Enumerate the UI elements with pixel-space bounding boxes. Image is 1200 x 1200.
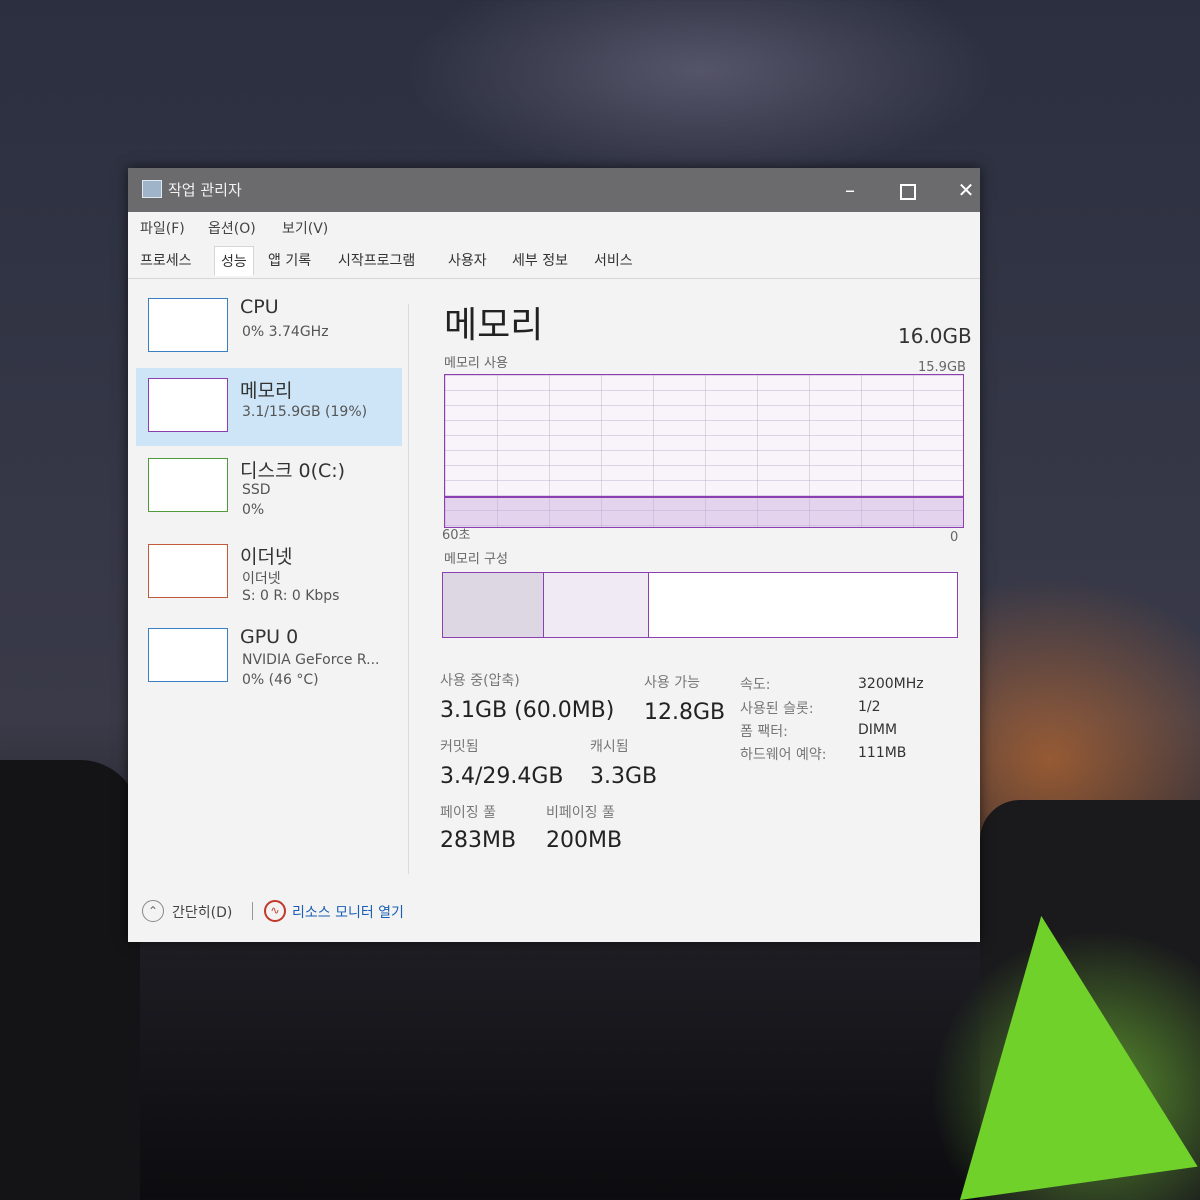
memory-usage-fill <box>445 496 963 527</box>
panel-divider[interactable] <box>408 304 409 874</box>
sidebar-item-sub: SSD <box>242 482 271 498</box>
minimize-button[interactable]: – <box>822 168 878 212</box>
window-title: 작업 관리자 <box>168 181 242 199</box>
task-manager-icon <box>142 180 162 198</box>
hardware-reserved-value: 111MB <box>858 745 907 761</box>
disk-thumbnail-graph <box>148 458 228 512</box>
sidebar-item-sub: 3.1/15.9GB (19%) <box>242 404 368 420</box>
sidebar-item-label: GPU 0 <box>240 626 299 648</box>
form-factor-value: DIMM <box>858 722 898 738</box>
in-use-label: 사용 중(압축) <box>440 673 520 689</box>
usage-graph-max: 15.9GB <box>918 360 966 375</box>
nonpaged-pool-value: 200MB <box>546 828 623 853</box>
paged-pool-value: 283MB <box>440 828 517 853</box>
maximize-button[interactable] <box>880 168 936 212</box>
speed-value: 3200MHz <box>858 676 924 692</box>
form-factor-label: 폼 팩터: <box>740 724 788 740</box>
menu-bar: 파일(F) 옵션(O) 보기(V) <box>128 212 980 240</box>
nonpaged-pool-label: 비페이징 풀 <box>546 805 615 821</box>
sidebar-item-sub: 0% 3.74GHz <box>242 324 329 340</box>
memory-thumbnail-graph <box>148 378 228 432</box>
sidebar-item-sub2: 0% <box>242 502 265 518</box>
tab-processes[interactable]: 프로세스 <box>134 246 198 274</box>
page-title: 메모리 <box>444 305 544 346</box>
sidebar-item-sub2: 0% (46 °C) <box>242 672 319 688</box>
background-tent <box>922 899 1198 1200</box>
sidebar-item-cpu[interactable]: CPU 0% 3.74GHz <box>136 288 402 366</box>
committed-value: 3.4/29.4GB <box>440 764 564 789</box>
speed-label: 속도: <box>740 677 771 693</box>
cpu-thumbnail-graph <box>148 298 228 352</box>
menu-file[interactable]: 파일(F) <box>140 218 185 238</box>
background-mountain-left <box>0 760 140 1200</box>
hardware-reserved-label: 하드웨어 예약: <box>740 747 827 763</box>
tab-app-history[interactable]: 앱 기록 <box>262 246 317 274</box>
in-use-value: 3.1GB (60.0MB) <box>440 698 615 723</box>
sidebar-item-gpu[interactable]: GPU 0 NVIDIA GeForce R... 0% (46 °C) <box>136 618 402 696</box>
tab-bar: 프로세스 성능 앱 기록 시작프로그램 사용자 세부 정보 서비스 <box>128 242 980 279</box>
available-value: 12.8GB <box>644 700 726 725</box>
menu-view[interactable]: 보기(V) <box>282 218 328 238</box>
sidebar-item-label: 디스크 0(C:) <box>240 460 346 482</box>
open-resource-monitor-link[interactable]: 리소스 모니터 열기 <box>292 902 404 922</box>
memory-total: 16.0GB <box>898 324 972 348</box>
tab-services[interactable]: 서비스 <box>588 246 639 274</box>
sidebar-item-sub2: S: 0 R: 0 Kbps <box>242 588 340 604</box>
sidebar-item-sub: NVIDIA GeForce R... <box>242 652 380 668</box>
tab-details[interactable]: 세부 정보 <box>506 246 574 274</box>
tab-users[interactable]: 사용자 <box>442 246 493 274</box>
task-manager-window: 작업 관리자 – ✕ 파일(F) 옵션(O) 보기(V) 프로세스 성능 앱 기… <box>128 168 980 942</box>
composition-in-use <box>443 573 544 637</box>
tab-performance[interactable]: 성능 <box>214 246 254 276</box>
ethernet-thumbnail-graph <box>148 544 228 598</box>
resource-monitor-icon[interactable]: ∿ <box>264 900 286 922</box>
slots-label: 사용된 슬롯: <box>740 701 814 717</box>
cached-label: 캐시됨 <box>590 739 629 755</box>
memory-composition-bar <box>442 572 958 638</box>
fewer-details-button[interactable]: 간단히(D) <box>172 902 232 922</box>
paged-pool-label: 페이징 풀 <box>440 805 496 821</box>
title-bar[interactable]: 작업 관리자 – ✕ <box>128 168 980 212</box>
sidebar-item-label: 메모리 <box>240 380 293 402</box>
sidebar-item-disk[interactable]: 디스크 0(C:) SSD 0% <box>136 448 402 526</box>
graph-time-left: 60초 <box>442 528 471 543</box>
footer: ⌃ 간단히(D) ∿ 리소스 모니터 열기 <box>128 890 980 930</box>
committed-label: 커밋됨 <box>440 739 479 755</box>
composition-free <box>649 573 955 637</box>
sidebar-item-sub: 이더넷 <box>242 571 281 587</box>
menu-options[interactable]: 옵션(O) <box>208 218 256 238</box>
slots-value: 1/2 <box>858 699 881 715</box>
sidebar-item-label: 이더넷 <box>240 546 293 568</box>
footer-separator <box>252 902 253 920</box>
sidebar-item-memory[interactable]: 메모리 3.1/15.9GB (19%) <box>136 368 402 446</box>
composition-label: 메모리 구성 <box>444 552 508 567</box>
usage-graph-label: 메모리 사용 <box>444 356 508 371</box>
composition-standby <box>544 573 649 637</box>
sidebar-item-ethernet[interactable]: 이더넷 이더넷 S: 0 R: 0 Kbps <box>136 534 402 612</box>
graph-time-right: 0 <box>950 530 959 545</box>
gpu-thumbnail-graph <box>148 628 228 682</box>
close-button[interactable]: ✕ <box>938 168 994 212</box>
cached-value: 3.3GB <box>590 764 658 789</box>
memory-usage-graph <box>444 374 964 528</box>
chevron-up-icon[interactable]: ⌃ <box>142 900 164 922</box>
tab-startup[interactable]: 시작프로그램 <box>332 246 421 274</box>
available-label: 사용 가능 <box>644 675 700 691</box>
sidebar-item-label: CPU <box>240 296 279 318</box>
maximize-icon <box>900 183 916 200</box>
